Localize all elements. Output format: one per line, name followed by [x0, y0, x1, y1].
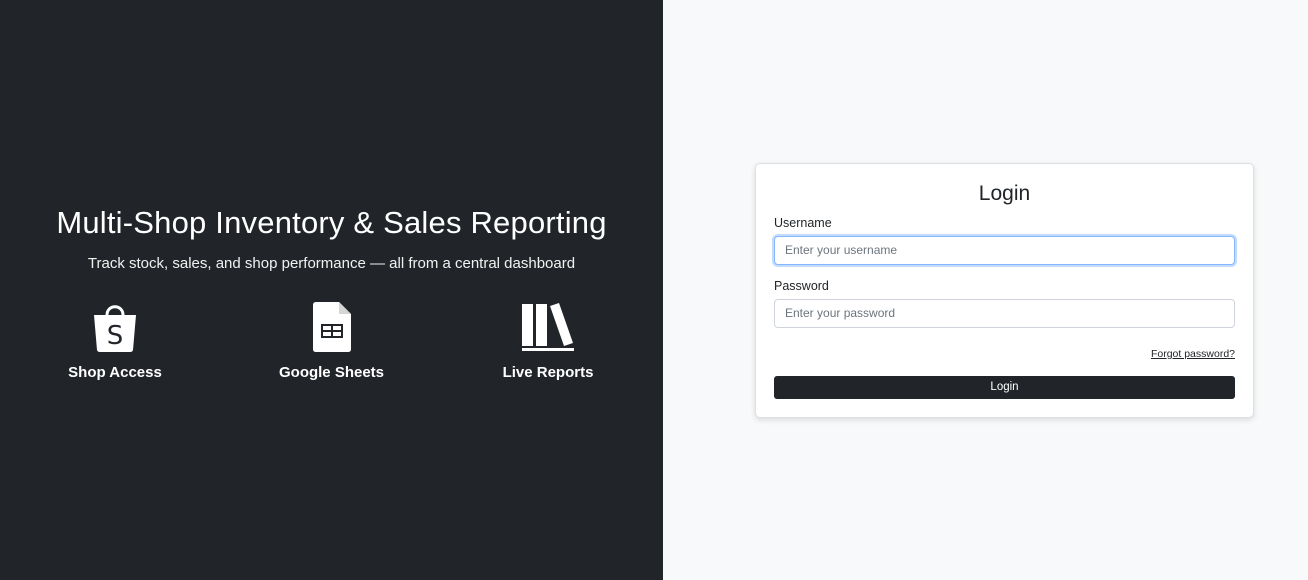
login-button[interactable]: Login: [774, 375, 1235, 399]
books-icon: [522, 302, 574, 352]
spreadsheet-icon: [312, 302, 351, 352]
hero-title: Multi-Shop Inventory & Sales Reporting: [56, 205, 607, 240]
svg-text:S: S: [107, 321, 124, 351]
forgot-password-link[interactable]: Forgot password?: [1151, 348, 1235, 360]
feature-shop-access: S Shop Access: [30, 302, 200, 381]
feature-list: S Shop Access Google Sheets Live Reports: [0, 302, 663, 381]
feature-google-sheets: Google Sheets: [247, 302, 417, 381]
hero-panel: Multi-Shop Inventory & Sales Reporting T…: [0, 0, 663, 580]
feature-label: Google Sheets: [278, 364, 385, 381]
login-card: Login Username Password Forgot password?…: [755, 162, 1254, 418]
password-input[interactable]: [774, 298, 1235, 328]
feature-label: Shop Access: [68, 364, 162, 381]
login-title: Login: [978, 181, 1031, 205]
shopping-bag-icon: S: [92, 302, 138, 352]
feature-live-reports: Live Reports: [463, 302, 633, 381]
username-label: Username: [774, 215, 832, 230]
feature-label: Live Reports: [502, 364, 594, 381]
username-input[interactable]: [774, 235, 1235, 265]
login-panel: Login Username Password Forgot password?…: [663, 0, 1308, 580]
hero-subtitle: Track stock, sales, and shop performance…: [87, 255, 576, 272]
password-label: Password: [774, 278, 829, 293]
